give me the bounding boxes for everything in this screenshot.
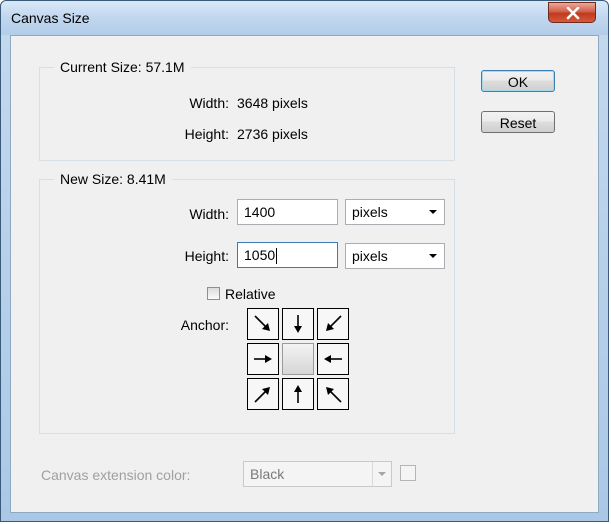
arrow-down-right-icon xyxy=(254,315,270,331)
anchor-top-left[interactable] xyxy=(247,308,279,340)
ok-button[interactable]: OK xyxy=(481,70,555,92)
reset-button[interactable]: Reset xyxy=(481,111,555,133)
anchor-label: Anchor: xyxy=(180,317,229,333)
anchor-middle-right[interactable] xyxy=(317,343,349,375)
arrow-right-icon xyxy=(254,355,272,363)
extension-color-label: Canvas extension color: xyxy=(41,467,191,483)
new-height-label: Height: xyxy=(184,248,229,264)
arrow-down-icon xyxy=(294,315,302,333)
arrow-up-right-icon xyxy=(254,387,270,403)
anchor-bottom-right[interactable] xyxy=(317,378,349,410)
width-unit-value: pixels xyxy=(352,204,388,220)
width-unit-select[interactable]: pixels xyxy=(345,199,445,225)
chevron-down-icon xyxy=(429,210,437,214)
chevron-down-icon xyxy=(372,462,391,486)
chevron-down-icon xyxy=(429,254,437,258)
current-height-value: 2736 pixels xyxy=(237,126,308,142)
extension-color-value: Black xyxy=(250,466,285,482)
height-input-value: 1050 xyxy=(244,247,276,263)
arrow-down-left-icon xyxy=(326,315,342,331)
arrow-left-icon xyxy=(324,355,342,363)
anchor-bottom-left[interactable] xyxy=(247,378,279,410)
current-width-value: 3648 pixels xyxy=(237,95,308,111)
new-width-label: Width: xyxy=(189,206,229,222)
extension-color-select[interactable]: Black xyxy=(243,461,392,487)
new-size-legend: New Size: 8.41M xyxy=(54,171,172,187)
width-input-value: 1400 xyxy=(244,204,276,220)
anchor-bottom-center[interactable] xyxy=(282,378,314,410)
relative-checkbox[interactable] xyxy=(207,287,220,300)
anchor-top-right[interactable] xyxy=(317,308,349,340)
height-unit-value: pixels xyxy=(352,248,388,264)
text-cursor xyxy=(276,248,278,265)
current-width-label: Width: xyxy=(189,95,229,111)
anchor-center[interactable] xyxy=(282,343,314,375)
title-bar[interactable]: Canvas Size xyxy=(1,1,608,35)
dialog-content: Current Size: 57.1M Width: 3648 pixels H… xyxy=(10,35,599,513)
current-size-group: Current Size: 57.1M xyxy=(39,59,455,161)
dialog-title: Canvas Size xyxy=(11,10,90,26)
arrow-up-icon xyxy=(294,385,302,403)
close-button[interactable] xyxy=(548,2,596,23)
relative-label[interactable]: Relative xyxy=(225,286,276,302)
height-unit-select[interactable]: pixels xyxy=(345,243,445,269)
extension-color-swatch[interactable] xyxy=(400,465,416,481)
canvas-size-dialog: Canvas Size Current Size: 57.1M Width: 3… xyxy=(0,0,609,522)
anchor-grid xyxy=(247,308,349,410)
current-height-label: Height: xyxy=(184,126,229,142)
arrow-up-left-icon xyxy=(326,387,342,403)
current-size-legend: Current Size: 57.1M xyxy=(54,59,191,75)
height-input[interactable]: 1050 xyxy=(237,242,338,268)
close-icon xyxy=(566,7,580,20)
anchor-middle-left[interactable] xyxy=(247,343,279,375)
anchor-top-center[interactable] xyxy=(282,308,314,340)
width-input[interactable]: 1400 xyxy=(237,199,338,225)
